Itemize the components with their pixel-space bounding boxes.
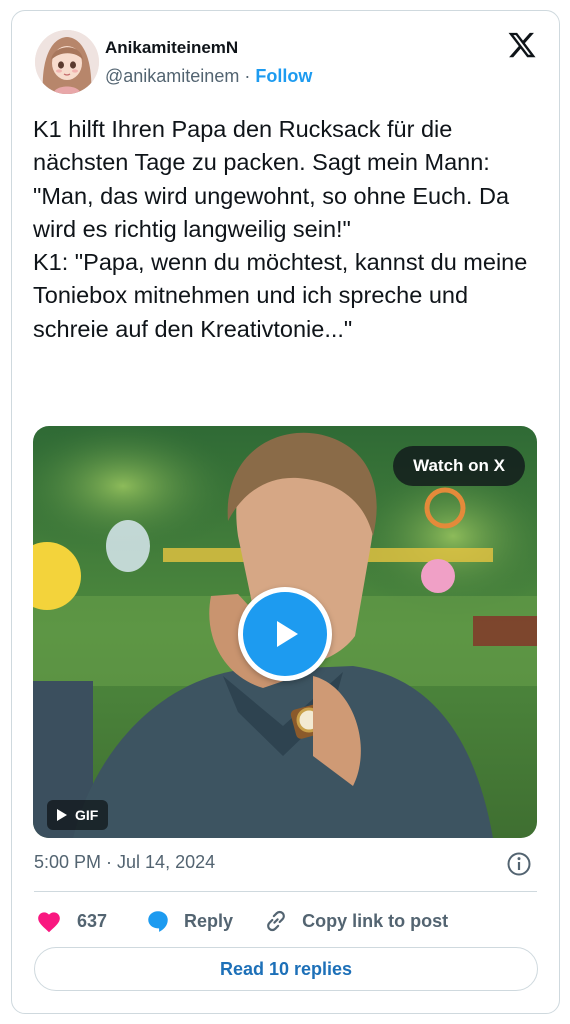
tweet-timestamp[interactable]: 5:00 PM · Jul 14, 2024 [34,852,215,873]
gif-label: GIF [75,807,99,823]
play-icon [277,621,298,647]
reply-button[interactable]: Reply [145,908,233,934]
x-logo-icon[interactable] [507,30,537,60]
read-replies-button[interactable]: Read 10 replies [34,947,538,991]
reply-bubble-icon [148,911,168,932]
handle-separator: · [239,66,256,86]
reply-label: Reply [184,910,234,931]
like-count: 637 [77,910,108,931]
heart-icon [38,912,60,933]
avatar[interactable] [35,30,99,94]
play-button[interactable] [238,587,332,681]
action-bar: 637 Reply Copy link to post [36,903,448,939]
copy-link-label: Copy link to post [302,910,449,931]
follow-button[interactable]: Follow [255,66,312,86]
author-handle[interactable]: @anikamiteinem [105,66,239,86]
like-button[interactable]: 637 [36,909,107,933]
gif-media[interactable]: Watch on X GIF [33,426,537,838]
play-small-icon [57,809,67,821]
tweet-card: AnikamiteinemN @anikamiteinem · Follow K… [11,10,560,1014]
link-icon [267,910,285,932]
copy-link-button[interactable]: Copy link to post [263,908,448,934]
tweet-text: K1 hilft Ihren Papa den Rucksack für die… [33,116,528,342]
gif-badge: GIF [47,800,109,830]
author-display-name[interactable]: AnikamiteinemN [105,38,238,58]
info-icon[interactable] [506,851,532,877]
divider [34,891,537,892]
author-handle-line: @anikamiteinem · Follow [105,66,312,87]
watch-on-x-button[interactable]: Watch on X [393,446,525,486]
